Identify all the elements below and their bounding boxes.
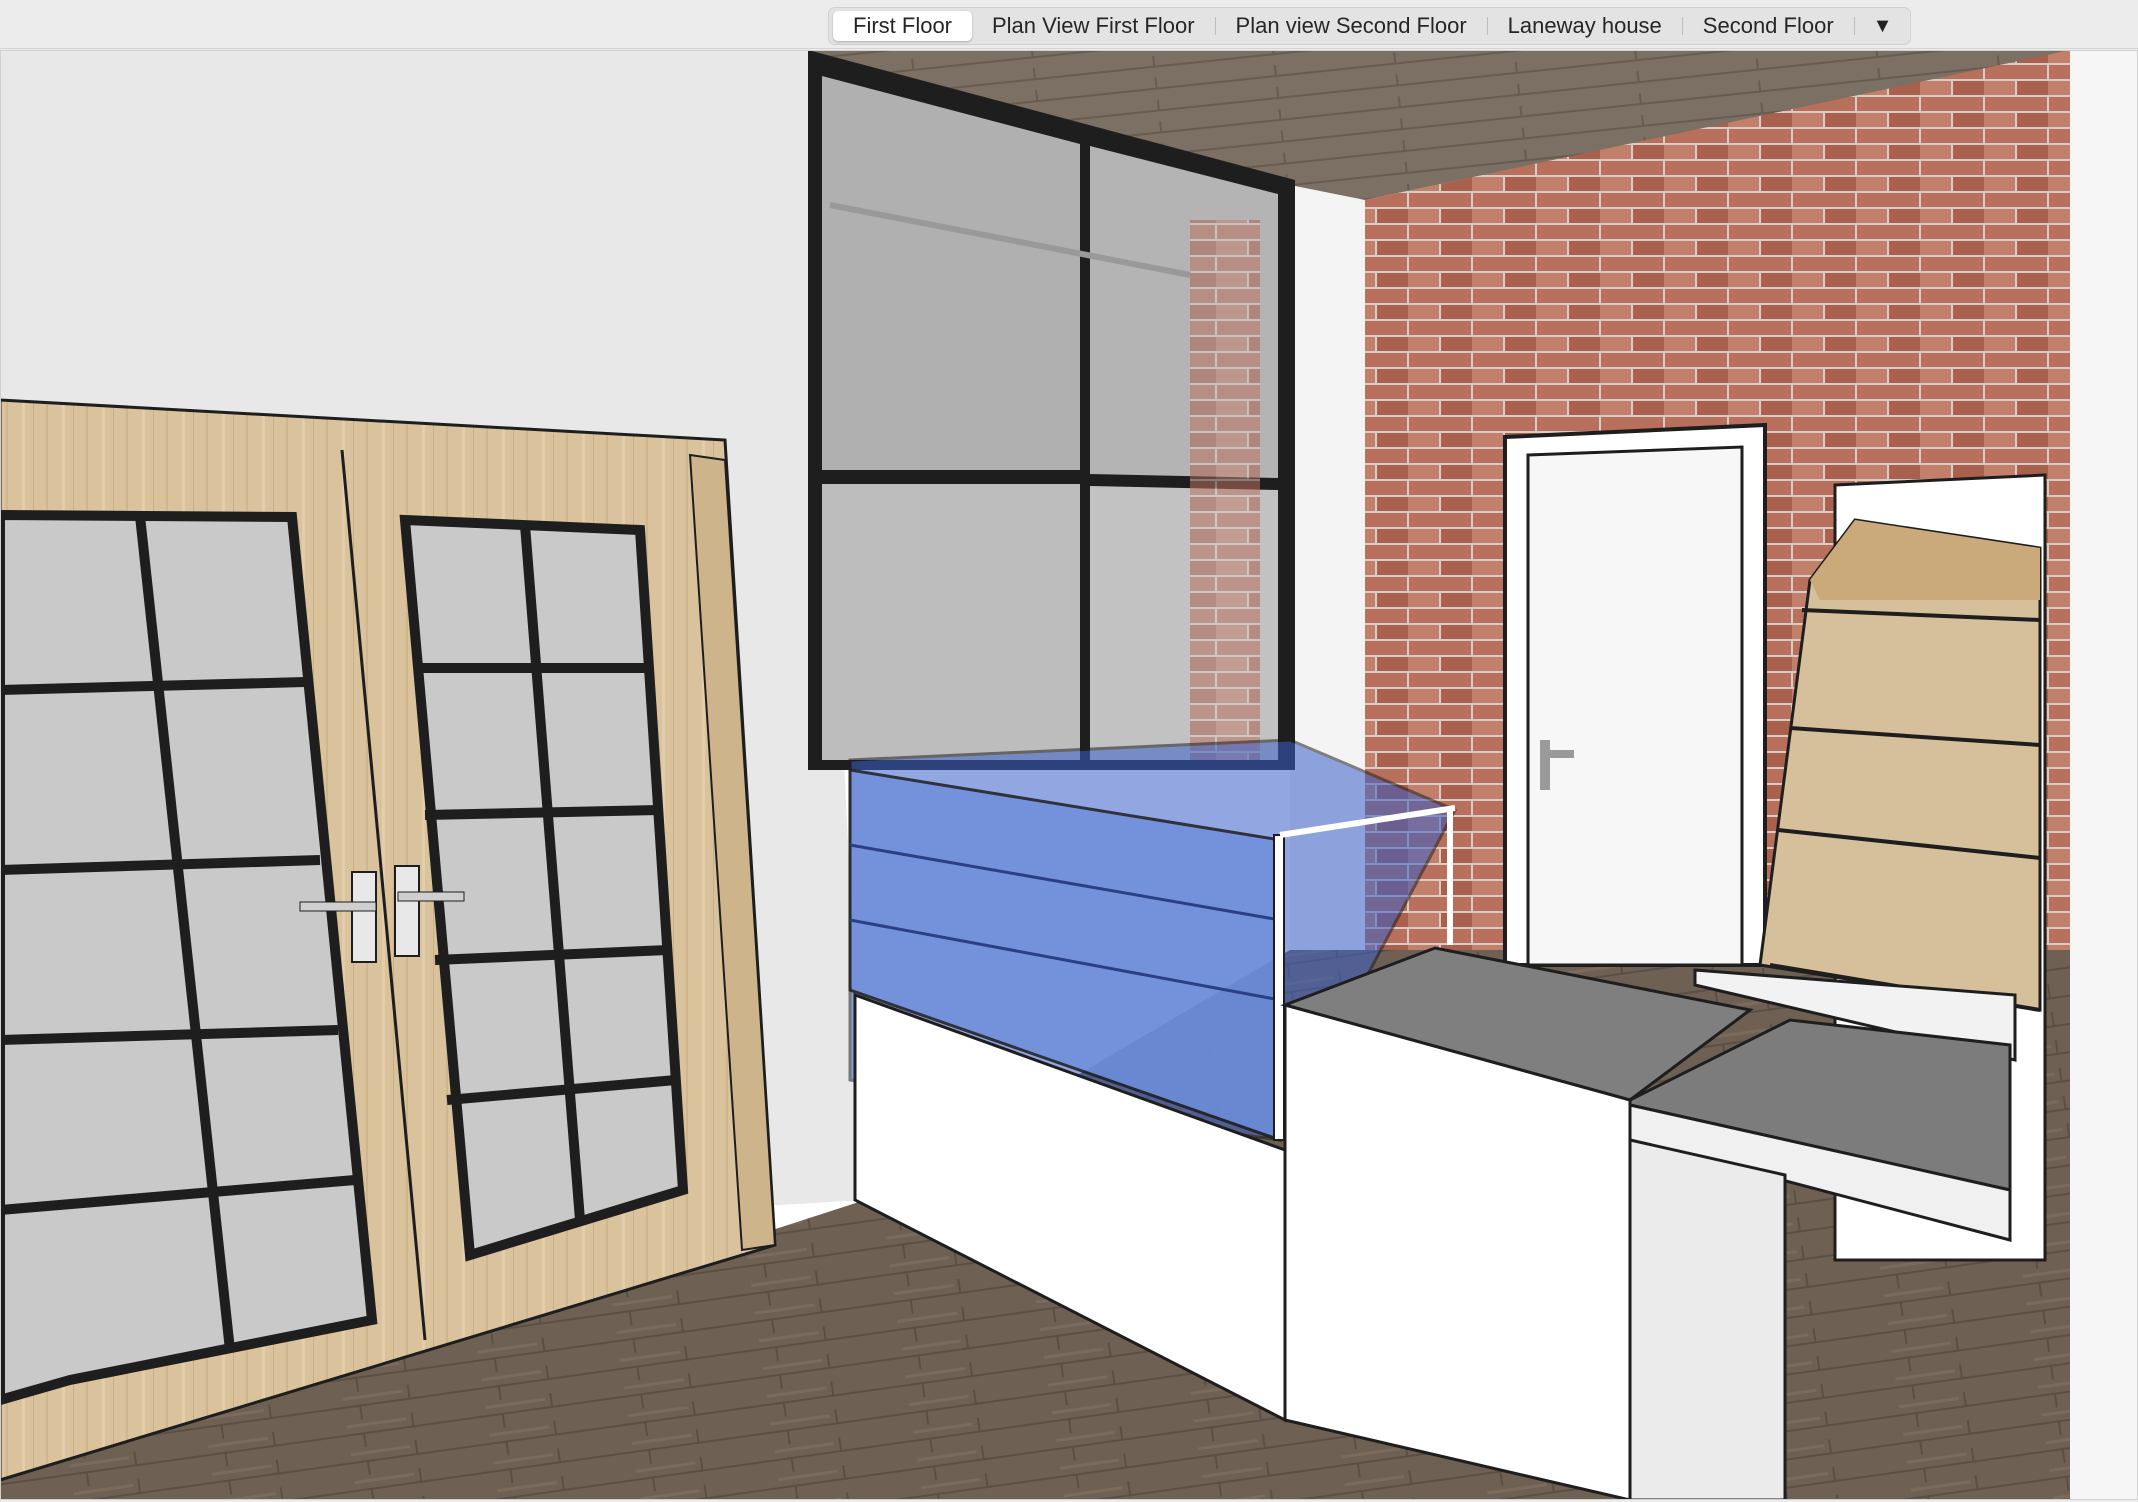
tab-plan-view-second-floor[interactable]: Plan view Second Floor xyxy=(1216,11,1487,41)
white-door xyxy=(1503,422,1767,967)
3d-viewport[interactable] xyxy=(0,50,2138,1500)
tab-first-floor[interactable]: First Floor xyxy=(833,11,972,41)
triangle-down-icon[interactable]: ▼ xyxy=(1855,11,1907,41)
scene-tabs: First Floor Plan View First Floor Plan v… xyxy=(828,7,1912,45)
tab-laneway-house[interactable]: Laneway house xyxy=(1488,11,1682,41)
right-wall xyxy=(2070,50,2138,1500)
tab-second-floor[interactable]: Second Floor xyxy=(1683,11,1854,41)
tab-plan-view-first-floor[interactable]: Plan View First Floor xyxy=(972,11,1215,41)
scene-render xyxy=(0,50,2138,1500)
title-bar: First Floor Plan View First Floor Plan v… xyxy=(0,0,2138,49)
